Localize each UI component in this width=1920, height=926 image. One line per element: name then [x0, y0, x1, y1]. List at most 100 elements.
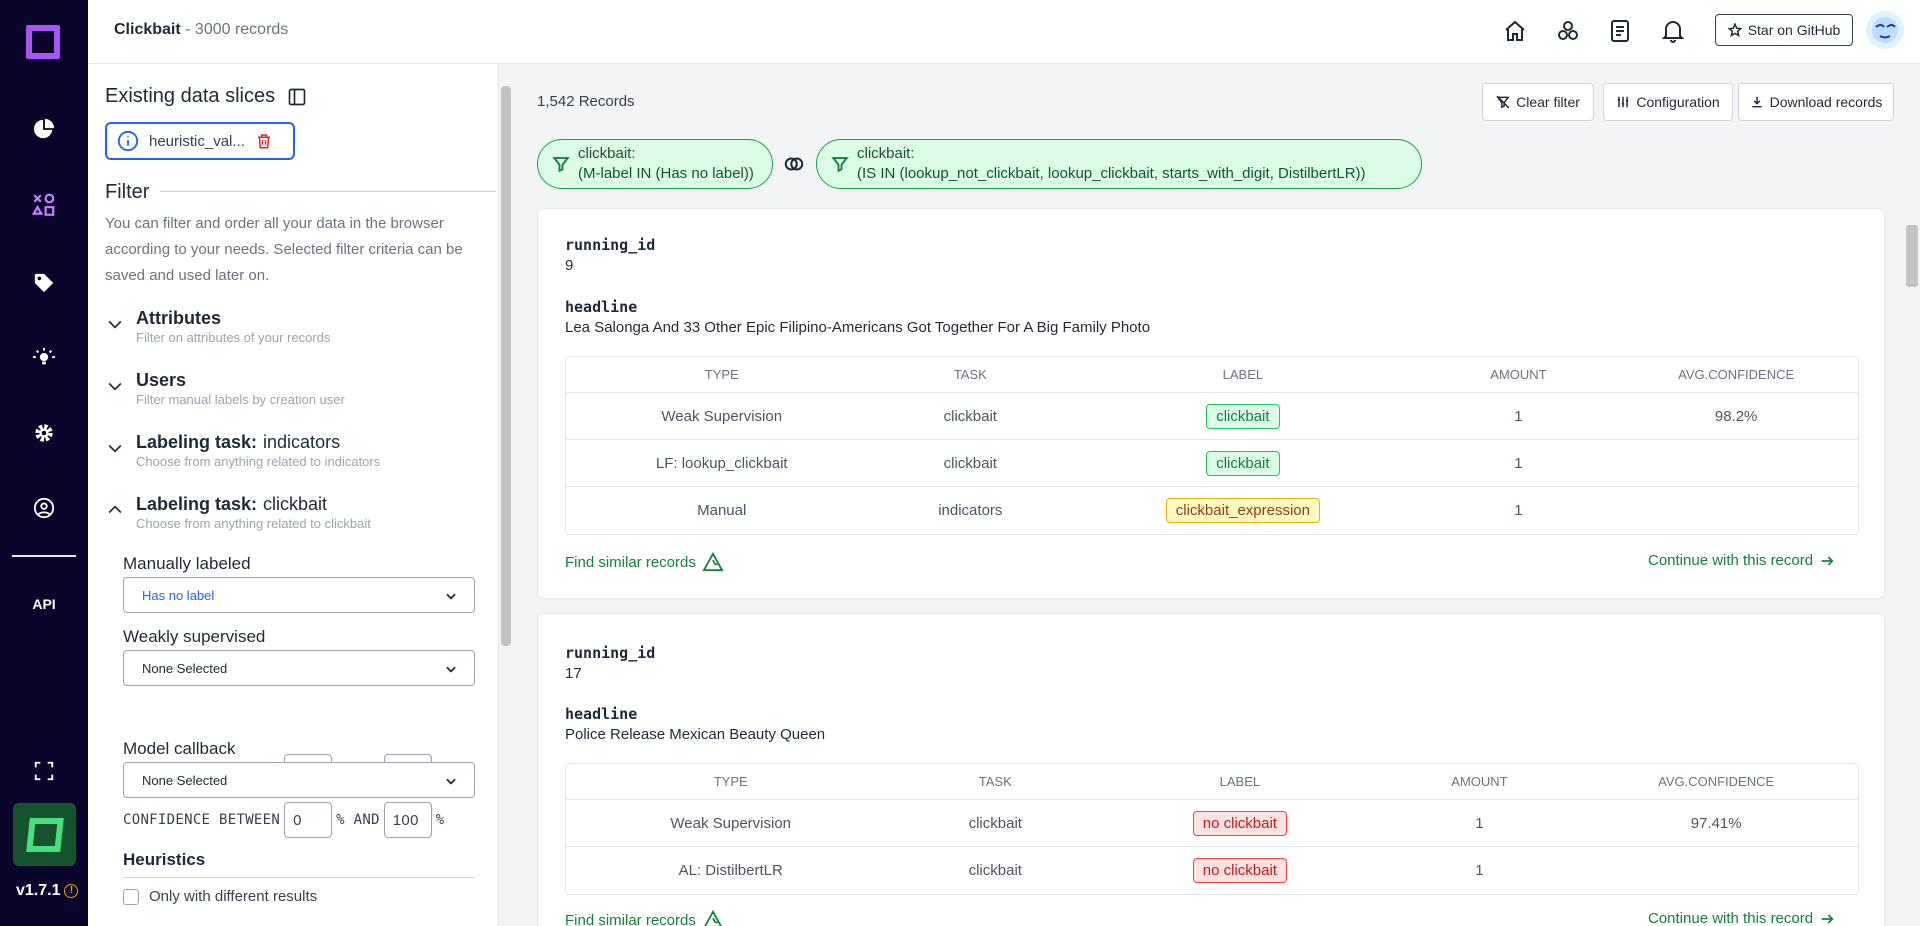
col-header-task: TASK — [895, 764, 1096, 800]
notifications-bell-icon[interactable] — [1659, 17, 1687, 45]
record-card: running_id 17 headline Police Release Me… — [537, 613, 1885, 926]
continue-record-link[interactable]: Continue with this record — [1648, 552, 1835, 569]
label-badge: clickbait_expression — [1165, 498, 1320, 523]
filter-chip-1[interactable]: clickbait: (M-label IN (Has no label)) — [537, 139, 773, 189]
mc-confidence-max-input[interactable]: 100 — [383, 802, 432, 838]
info-icon[interactable] — [117, 130, 139, 152]
chevron-down-icon — [446, 666, 456, 673]
only-different-results-checkbox[interactable] — [123, 888, 139, 905]
download-icon — [1751, 96, 1762, 108]
data-browser-shapes-icon[interactable] — [29, 190, 59, 220]
settings-gear-icon[interactable] — [29, 418, 59, 448]
sidebar-toggle-icon[interactable] — [287, 87, 307, 107]
table-row: Weak Supervision clickbait clickbait 1 9… — [566, 393, 1858, 440]
user-avatar[interactable] — [1866, 11, 1904, 49]
filter-funnel-icon — [552, 157, 570, 173]
version-label: v1.7.1! — [16, 882, 79, 900]
version-warning-icon[interactable]: ! — [64, 884, 79, 898]
col-header-type: TYPE — [566, 764, 896, 800]
field-value: Police Release Mexican Beauty Queen — [565, 726, 826, 743]
data-slice-chip[interactable]: heuristic_val... — [105, 122, 295, 160]
manually-labeled-select[interactable]: Has no label — [123, 577, 475, 613]
filter-divider — [160, 191, 496, 192]
configuration-button[interactable]: Configuration — [1603, 83, 1733, 121]
chevron-up-icon[interactable] — [105, 500, 125, 520]
records-count: 1,542 Records — [537, 93, 635, 110]
filter-heading: Filter — [105, 181, 150, 203]
manually-labeled-label: Manually labeled — [123, 554, 251, 573]
col-header-amount: AMOUNT — [1384, 764, 1575, 800]
accordion-title[interactable]: Users — [136, 370, 186, 391]
brand-logo[interactable] — [13, 803, 76, 866]
chevron-down-icon[interactable] — [105, 376, 125, 396]
filter-chip-2[interactable]: clickbait: (IS IN (lookup_not_clickbait, … — [816, 139, 1422, 189]
label-badge: clickbait — [1206, 450, 1280, 476]
accordion-subtitle: Choose from anything related to clickbai… — [136, 516, 371, 531]
link-logic-icon[interactable] — [783, 153, 805, 175]
label-table: TYPE TASK LABEL AMOUNT AVG.CONFIDENCE We… — [565, 356, 1859, 535]
documentation-icon[interactable] — [1606, 17, 1634, 45]
download-records-button[interactable]: Download records — [1738, 83, 1894, 121]
col-header-amount: AMOUNT — [1422, 357, 1615, 393]
label-badge: no clickbait — [1192, 858, 1287, 883]
data-slice-name[interactable]: heuristic_val... — [149, 133, 245, 150]
records-panel: 1,542 Records Clear filter Configuration… — [512, 64, 1920, 926]
field-value: 17 — [565, 665, 582, 682]
accordion-subtitle: Filter manual labels by creation user — [136, 392, 345, 407]
find-similar-link[interactable]: Find similar records — [565, 552, 724, 572]
filter-funnel-icon — [831, 157, 849, 173]
model-callback-select[interactable]: None Selected — [123, 762, 475, 798]
overview-pie-icon[interactable] — [29, 114, 59, 144]
chevron-down-icon — [446, 778, 456, 785]
find-similar-link[interactable]: Find similar records — [565, 910, 724, 926]
field-value: 9 — [565, 257, 574, 274]
filter-description: You can filter and order all your data i… — [105, 215, 463, 284]
only-different-results-row[interactable]: Only with different results — [123, 888, 317, 905]
continue-record-link[interactable]: Continue with this record — [1648, 910, 1835, 926]
col-header-task: TASK — [877, 357, 1064, 393]
home-icon[interactable] — [1501, 17, 1529, 45]
accordion-title[interactable]: Labeling task: clickbait — [136, 494, 327, 515]
field-name: headline — [565, 298, 638, 316]
community-icon[interactable] — [1554, 17, 1582, 45]
chevron-down-icon — [446, 593, 456, 600]
sidebar-scrollbar[interactable] — [498, 64, 512, 926]
mc-confidence-min-input[interactable]: 0 — [284, 802, 333, 838]
mc-confidence-row: CONFIDENCE BETWEEN 0 % AND 100 % — [123, 802, 445, 838]
accordion-subtitle: Choose from anything related to indicato… — [136, 454, 381, 469]
clear-filter-button[interactable]: Clear filter — [1482, 83, 1594, 121]
delete-trash-icon[interactable] — [255, 132, 273, 150]
table-row: Manual indicators clickbait_expression 1 — [566, 487, 1858, 534]
user-account-icon[interactable] — [29, 493, 59, 523]
col-header-confidence: AVG.CONFIDENCE — [1614, 357, 1858, 393]
top-header: Clickbait - 3000 records Star on GitHub — [88, 0, 1920, 64]
chevron-down-icon[interactable] — [105, 314, 125, 334]
field-name: headline — [565, 705, 638, 723]
model-callback-label: Model callback — [123, 739, 236, 758]
col-header-confidence: AVG.CONFIDENCE — [1574, 764, 1858, 800]
heuristics-divider — [123, 877, 475, 878]
heuristics-bulb-icon[interactable] — [29, 343, 59, 373]
arrow-right-icon — [1821, 913, 1834, 924]
records-scrollbar[interactable] — [1902, 214, 1920, 926]
table-row: LF: lookup_clickbait clickbait clickbait… — [566, 440, 1858, 487]
star-icon — [1727, 23, 1742, 37]
field-name: running_id — [565, 644, 656, 662]
nav-rail: API v1.7.1! — [0, 0, 88, 926]
col-header-type: TYPE — [566, 357, 878, 393]
chevron-down-icon[interactable] — [105, 438, 125, 458]
accordion-title[interactable]: Attributes — [136, 308, 221, 329]
filter-off-icon — [1496, 95, 1510, 109]
star-github-button[interactable]: Star on GitHub — [1715, 14, 1853, 46]
table-row: Weak Supervision clickbait no clickbait … — [566, 800, 1858, 847]
record-card: running_id 9 headline Lea Salonga And 33… — [537, 208, 1885, 599]
data-slices-heading: Existing data slices — [105, 85, 307, 108]
fullscreen-icon[interactable] — [29, 756, 59, 786]
app-logo-icon[interactable] — [26, 25, 60, 59]
label-badge: clickbait — [1206, 403, 1280, 429]
labeling-tag-icon[interactable] — [29, 268, 59, 298]
api-link[interactable]: API — [0, 596, 88, 612]
col-header-label: LABEL — [1063, 357, 1423, 393]
weakly-supervised-select[interactable]: None Selected — [123, 650, 475, 686]
accordion-title[interactable]: Labeling task: indicators — [136, 432, 340, 453]
